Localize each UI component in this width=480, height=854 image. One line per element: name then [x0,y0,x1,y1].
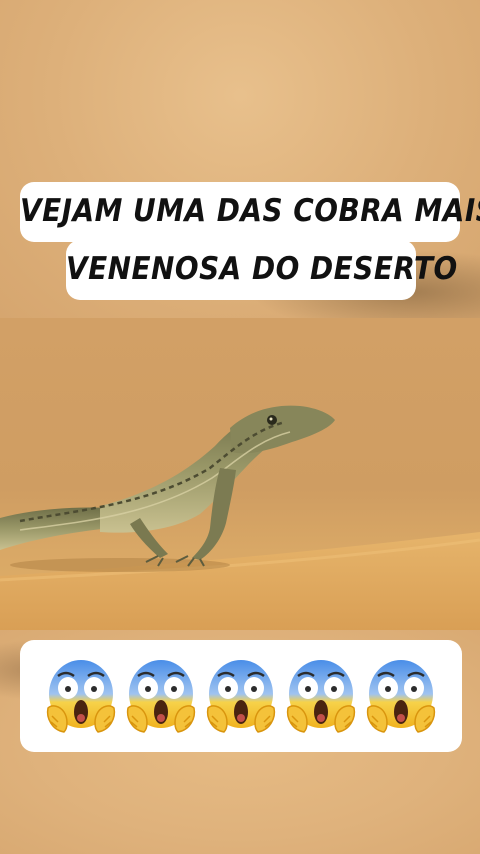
face-screaming-in-fear-icon [126,660,196,733]
face-screaming-in-fear-icon [366,660,436,733]
lizard-head [230,405,335,454]
caption-line-1: VEJAM UMA DAS COBRA MAIS [20,182,480,242]
face-screaming-in-fear-icon [46,660,116,733]
sand-dune [0,532,480,630]
reaction-emoji-row [20,640,462,752]
caption-line-2: VENENOSA DO DESERTO [66,240,457,300]
face-screaming-in-fear-icon [206,660,276,733]
face-screaming-in-fear-icon [286,660,356,733]
lizard-illustration [0,405,480,630]
lizard-photo [0,318,480,630]
